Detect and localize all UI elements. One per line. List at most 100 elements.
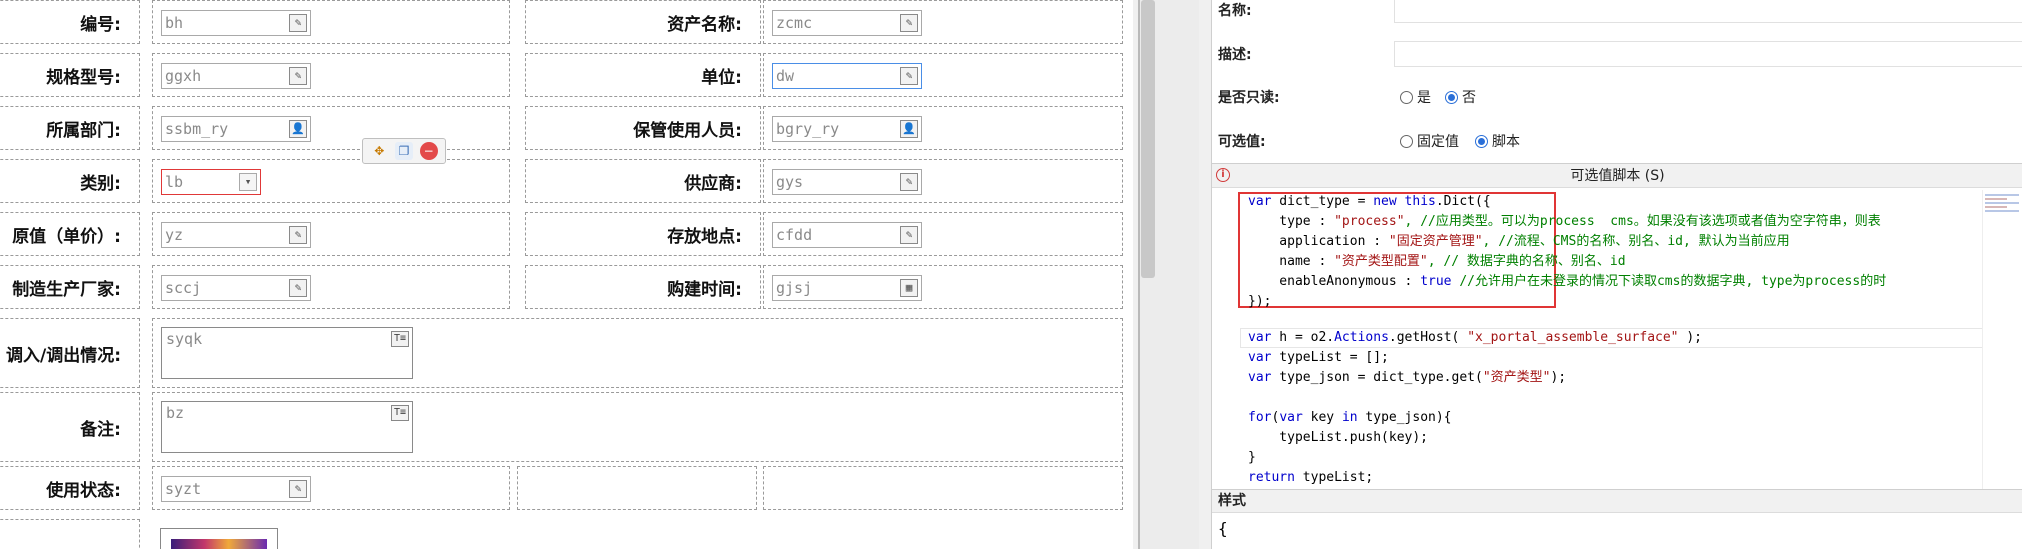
code-line: typeList.push(key); [1248, 430, 1429, 445]
field-cell[interactable]: bgry_ry 👤 [763, 106, 1123, 150]
field-label[interactable]: 购建时间: [525, 265, 761, 309]
code-token: "固定资产管理" [1388, 234, 1483, 249]
prop-row-name: 名称: [1212, 0, 2022, 32]
field-cell[interactable]: ssbm_ry 👤 [152, 106, 510, 150]
code-line: var h = o2.Actions.getHost( "x_portal_as… [1248, 330, 1702, 345]
field-cell[interactable]: gjsj ▦ [763, 265, 1123, 309]
field-label[interactable]: 原值（单价）: [0, 212, 140, 256]
field-cell[interactable]: yz ✎ [152, 212, 510, 256]
description-input[interactable] [1394, 41, 2022, 67]
text-field-zcmc[interactable]: zcmc ✎ [772, 10, 922, 36]
field-label[interactable]: 存放地点: [525, 212, 761, 256]
readonly-no-radio[interactable]: 否 [1445, 87, 1476, 107]
field-label[interactable]: 保管使用人员: [525, 106, 761, 150]
field-cell[interactable]: dw ✎ [763, 53, 1123, 97]
field-label[interactable]: 类别: [0, 159, 140, 203]
field-cell[interactable]: cfdd ✎ [763, 212, 1123, 256]
style-code[interactable]: { [1218, 519, 1228, 538]
field-label[interactable]: 制造生产厂家: [0, 265, 140, 309]
edit-icon: ✎ [900, 14, 918, 32]
field-cell[interactable]: syqk T≡ [152, 318, 1123, 388]
code-minimap[interactable] [1982, 190, 2022, 490]
code-token: var [1279, 410, 1303, 425]
code-line: name : "资产类型配置", // 数据字典的名称、别名、id [1248, 252, 1625, 272]
text-field-cfdd[interactable]: cfdd ✎ [772, 222, 922, 248]
radio-dot[interactable] [1400, 90, 1413, 104]
text-field-dw[interactable]: dw ✎ [772, 63, 922, 89]
form-designer-canvas: 编号: bh ✎ 资产名称: zcmc ✎ 规格型号: ggxh ✎ 单位: dw ✎ … [0, 0, 1140, 549]
textarea-bz[interactable]: bz T≡ [161, 401, 413, 453]
text-field-syzt[interactable]: syzt ✎ [161, 476, 311, 502]
move-icon[interactable]: ✥ [370, 142, 388, 160]
text-field-bh[interactable]: bh ✎ [161, 10, 311, 36]
empty-cell[interactable] [763, 466, 1123, 510]
field-label[interactable]: 规格型号: [0, 53, 140, 97]
text-field-ggxh[interactable]: ggxh ✎ [161, 63, 311, 89]
field-cell[interactable]: zcmc ✎ [763, 0, 1123, 44]
code-editor[interactable]: var dict_type = new this.Dict({ type : "… [1212, 188, 2022, 490]
options-fixed-radio[interactable]: 固定值 [1400, 131, 1459, 151]
script-editor-title: 可选值脚本 (S) [1570, 168, 1665, 184]
dropdown-icon[interactable]: ▾ [239, 173, 257, 191]
readonly-yes-radio[interactable]: 是 [1400, 87, 1431, 107]
style-section-header[interactable]: 样式 [1212, 489, 2022, 513]
date-field-gjsj[interactable]: gjsj ▦ [772, 275, 922, 301]
splitter-line[interactable] [1138, 0, 1140, 549]
text-field-gys[interactable]: gys ✎ [772, 169, 922, 195]
prop-label: 名称: [1218, 3, 1252, 19]
image-field[interactable] [160, 528, 278, 549]
image-thumbnail [171, 539, 267, 549]
radio-dot[interactable] [1400, 134, 1413, 148]
code-line: var dict_type = new this.Dict({ [1248, 194, 1491, 209]
field-cell[interactable]: bz T≡ [152, 392, 1123, 462]
text-format-icon: T≡ [391, 405, 409, 421]
field-cell[interactable]: ggxh ✎ [152, 53, 510, 97]
options-script-radio[interactable]: 脚本 [1475, 131, 1520, 151]
name-input[interactable] [1394, 0, 2022, 23]
scrollbar-track[interactable] [1139, 0, 1199, 549]
field-cell[interactable]: bh ✎ [152, 0, 510, 44]
info-icon[interactable]: i [1216, 168, 1230, 182]
script-editor-header[interactable]: i 可选值脚本 (S) [1212, 164, 2022, 188]
copy-icon[interactable]: ❐ [394, 142, 413, 160]
field-label[interactable]: 所属部门: [0, 106, 140, 150]
minimap-line [1985, 198, 2007, 200]
field-label[interactable] [0, 519, 140, 549]
options-script-editor: i 可选值脚本 (S) var dict_type = new this.Dic… [1212, 163, 2022, 490]
scrollbar-thumb[interactable] [1141, 0, 1155, 278]
field-cell[interactable]: gys ✎ [763, 159, 1123, 203]
radio-dot-selected[interactable] [1475, 134, 1488, 148]
field-label[interactable]: 资产名称: [525, 0, 761, 44]
text-field-yz[interactable]: yz ✎ [161, 222, 311, 248]
person-field-bgry-ry[interactable]: bgry_ry 👤 [772, 116, 922, 142]
code-token: var [1248, 330, 1272, 345]
code-token: "x_portal_assemble_surface" [1467, 330, 1679, 345]
field-label[interactable]: 调入/调出情况: [0, 318, 140, 388]
field-label[interactable]: 单位: [525, 53, 761, 97]
style-section: 样式 { [1212, 489, 2022, 549]
field-cell[interactable]: syzt ✎ [152, 466, 510, 510]
radio-dot-selected[interactable] [1445, 90, 1458, 104]
delete-icon[interactable]: − [419, 142, 438, 160]
form-row: 所属部门: ssbm_ry 👤 保管使用人员: bgry_ry 👤 [0, 103, 1130, 153]
code-token: name : [1248, 254, 1335, 269]
field-label[interactable]: 使用状态: [0, 466, 140, 510]
radio-label: 脚本 [1492, 134, 1520, 150]
form-row: 制造生产厂家: sccj ✎ 购建时间: gjsj ▦ [0, 262, 1130, 312]
empty-cell[interactable] [517, 466, 757, 510]
person-field-ssbm-ry[interactable]: ssbm_ry 👤 [161, 116, 311, 142]
code-token: //允许用户在未登录的情况下读取cms的数据字典, type为process的时 [1451, 274, 1887, 289]
field-label[interactable]: 供应商: [525, 159, 761, 203]
textarea-syqk[interactable]: syqk T≡ [161, 327, 413, 379]
form-row: 调入/调出情况: syqk T≡ [0, 315, 1130, 390]
edit-icon: ✎ [289, 226, 307, 244]
field-label[interactable]: 编号: [0, 0, 140, 44]
field-cell[interactable]: lb ▾ [152, 159, 510, 203]
select-field-lb[interactable]: lb ▾ [161, 169, 261, 195]
field-label[interactable]: 备注: [0, 392, 140, 462]
person-icon: 👤 [289, 120, 307, 138]
field-cell[interactable]: sccj ✎ [152, 265, 510, 309]
calendar-icon[interactable]: ▦ [900, 279, 918, 297]
text-field-sccj[interactable]: sccj ✎ [161, 275, 311, 301]
pane-splitter [1133, 0, 1211, 549]
